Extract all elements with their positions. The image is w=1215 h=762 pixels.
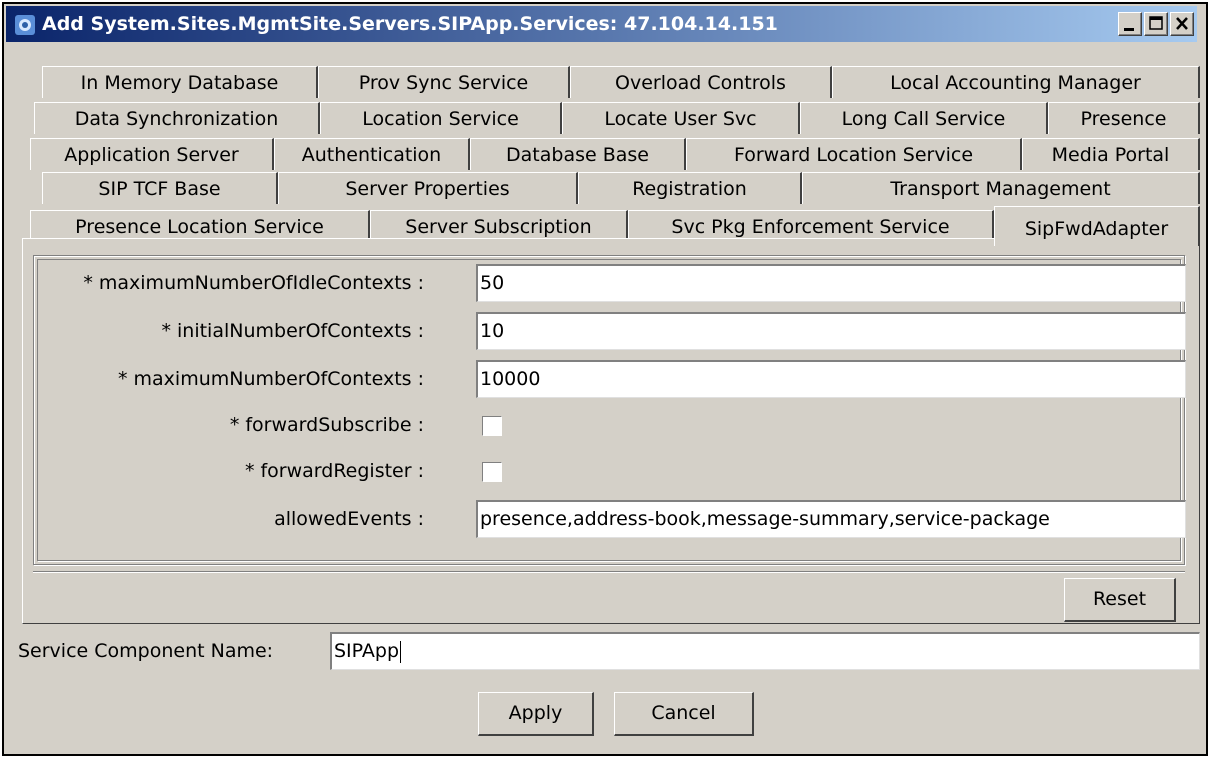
tab-sip-tcf-base[interactable]: SIP TCF Base [42,172,278,204]
tab-overload-controls[interactable]: Overload Controls [570,66,832,98]
close-button[interactable] [1170,12,1194,36]
window-title: Add System.Sites.MgmtSite.Servers.SIPApp… [42,13,778,35]
allowed-events-label: allowedEvents : [274,508,424,530]
service-component-name-value: SIPApp [334,640,400,662]
minimize-button[interactable] [1118,12,1142,36]
service-component-name-input[interactable]: SIPApp [330,632,1200,670]
max-idle-contexts-label: * maximumNumberOfIdleContexts : [83,272,424,294]
tab-database-base[interactable]: Database Base [470,138,686,170]
apply-button[interactable]: Apply [478,692,594,736]
tab-application-server[interactable]: Application Server [30,138,274,170]
text-caret [400,640,402,663]
form-group: * maximumNumberOfIdleContexts : 50 * ini… [33,255,1186,565]
forward-subscribe-label: * forwardSubscribe : [229,414,424,436]
tab-long-call-service[interactable]: Long Call Service [800,102,1048,134]
tab-local-accounting-manager[interactable]: Local Accounting Manager [832,66,1200,98]
close-icon [1176,17,1188,30]
maximize-icon [1149,16,1163,30]
title-bar[interactable]: Add System.Sites.MgmtSite.Servers.SIPApp… [6,6,1197,42]
max-contexts-input[interactable]: 10000 [476,360,1186,398]
tab-forward-location-service[interactable]: Forward Location Service [686,138,1022,170]
tab-authentication[interactable]: Authentication [274,138,470,170]
cancel-button[interactable]: Cancel [614,692,754,736]
allowed-events-input[interactable]: presence,address-book,message-summary,se… [476,500,1186,538]
tab-content-panel: * maximumNumberOfIdleContexts : 50 * ini… [22,238,1200,624]
initial-contexts-label: * initialNumberOfContexts : [161,320,424,342]
tab-data-synchronization[interactable]: Data Synchronization [34,102,320,134]
maximize-button[interactable] [1144,12,1168,36]
max-contexts-label: * maximumNumberOfContexts : [117,368,424,390]
tab-prov-sync-service[interactable]: Prov Sync Service [318,66,570,98]
max-idle-contexts-input[interactable]: 50 [476,264,1186,302]
forward-subscribe-checkbox[interactable] [482,416,502,436]
tab-media-portal[interactable]: Media Portal [1022,138,1200,170]
tab-transport-management[interactable]: Transport Management [802,172,1200,204]
service-component-name-label: Service Component Name: [18,640,274,662]
network-icon [14,14,36,36]
tab-locate-user-svc[interactable]: Locate User Svc [562,102,800,134]
tab-presence[interactable]: Presence [1048,102,1200,134]
tab-sipfwdadapter[interactable]: SipFwdAdapter [994,206,1200,246]
minimize-icon [1124,28,1134,31]
initial-contexts-input[interactable]: 10 [476,312,1186,350]
forward-register-checkbox[interactable] [482,462,502,482]
tab-registration[interactable]: Registration [578,172,802,204]
tab-location-service[interactable]: Location Service [320,102,562,134]
tab-in-memory-database[interactable]: In Memory Database [42,66,318,98]
reset-button[interactable]: Reset [1064,578,1176,622]
tab-server-properties[interactable]: Server Properties [278,172,578,204]
forward-register-label: * forwardRegister : [244,460,424,482]
divider [33,571,1185,573]
